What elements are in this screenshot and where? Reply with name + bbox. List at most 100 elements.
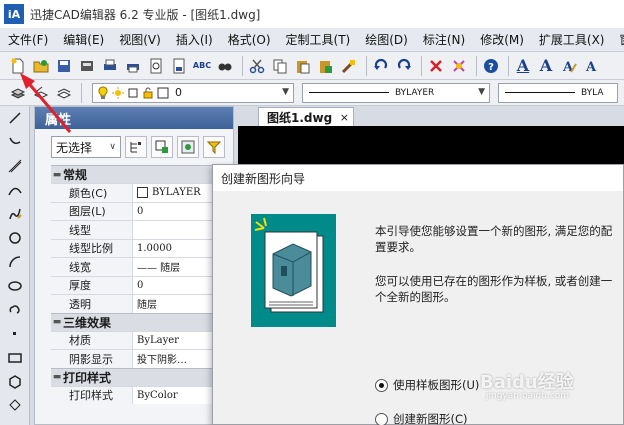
menu-extended-tools[interactable]: 扩展工具(X) (539, 31, 605, 48)
layer-value: 0 (175, 86, 182, 99)
svg-text:A: A (585, 60, 597, 74)
layer-previous-icon[interactable] (31, 83, 51, 103)
quick-select-button[interactable] (177, 136, 199, 158)
filter-icon[interactable] (203, 136, 225, 158)
menu-view[interactable]: 视图(V) (119, 31, 161, 48)
radio-create-new[interactable] (375, 412, 388, 425)
window-title: 迅捷CAD编辑器 6.2 专业版 - [图纸1.dwg] (30, 7, 261, 22)
polygon-icon[interactable] (0, 370, 30, 394)
layer-toolbar: 0 ▼ BYLAYER ▼ BYLA (0, 80, 624, 106)
prop-name: 透明 (51, 295, 133, 313)
spellcheck-label: ABC (192, 61, 212, 70)
title-bar: iA 迅捷CAD编辑器 6.2 专业版 - [图纸1.dwg] (0, 0, 624, 28)
menu-draw[interactable]: 绘图(D) (365, 31, 408, 48)
layer-state-icon[interactable] (54, 83, 74, 103)
baidu-watermark-url: jingyan.baidu.com (486, 391, 570, 401)
plot-icon[interactable] (169, 56, 189, 76)
color-value-text: BYLAYER (152, 187, 201, 199)
prop-name: 图层(L) (51, 202, 133, 220)
toolbar-separator (366, 55, 367, 76)
wizard-option-text: 您可以使用已存在的图形作为样板, 或者创建一个全新的图形。 (375, 274, 613, 304)
section-3d-effects[interactable]: ▬ 三维效果 (51, 312, 229, 331)
create-new-option[interactable]: 创建新图形(C) (375, 411, 468, 425)
line-sample (309, 92, 389, 93)
selection-dropdown[interactable]: 无选择 ∨ (51, 136, 121, 158)
use-template-option[interactable]: 使用样板图形(U) (375, 377, 479, 393)
polyline-icon[interactable] (0, 130, 30, 154)
revision-cloud-icon[interactable] (0, 298, 30, 322)
construction-line-icon[interactable] (0, 154, 30, 178)
text-style-button[interactable]: A (513, 56, 533, 76)
menu-file[interactable]: 文件(F) (8, 31, 48, 48)
help-icon[interactable]: ? (481, 56, 501, 76)
line-sample (505, 92, 575, 93)
redo-icon[interactable] (394, 56, 414, 76)
arc-icon[interactable] (0, 178, 30, 202)
find-icon[interactable] (215, 56, 235, 76)
purge-icon[interactable] (449, 56, 469, 76)
lineweight-value: BYLA (581, 87, 604, 98)
section-title: 常规 (63, 168, 88, 182)
layer-manager-icon[interactable] (8, 83, 28, 103)
match-properties-icon[interactable] (339, 56, 359, 76)
text-button[interactable]: A (536, 56, 556, 76)
delete-icon[interactable] (426, 56, 446, 76)
radio-label: 使用样板图形(U) (393, 378, 480, 392)
save-as-icon[interactable] (77, 56, 97, 76)
menu-format[interactable]: 格式(O) (228, 31, 271, 48)
rectangle-icon[interactable] (0, 346, 30, 370)
app-logo-icon: iA (4, 4, 24, 24)
layer-dropdown[interactable]: 0 ▼ (92, 82, 294, 103)
tab-label: 图纸1.dwg (267, 110, 333, 125)
close-icon[interactable]: × (340, 111, 349, 124)
prop-name: 颜色(C) (51, 184, 133, 202)
menu-insert[interactable]: 插入(I) (176, 31, 213, 48)
table-row: 打印样式 ByColor (51, 385, 229, 404)
section-plot-style[interactable]: ▬ 打印样式 (51, 367, 229, 386)
menu-modify[interactable]: 修改(M) (480, 31, 524, 48)
svg-text:?: ? (488, 62, 494, 73)
undo-icon[interactable] (371, 56, 391, 76)
lineweight-dropdown[interactable]: BYLA (498, 82, 618, 103)
prop-name: 材质 (51, 331, 133, 349)
copy-icon[interactable] (270, 56, 290, 76)
page-setup-icon[interactable] (146, 56, 166, 76)
text-edit-icon[interactable]: A (559, 56, 579, 76)
ellipse-icon[interactable] (0, 274, 30, 298)
point-icon[interactable] (0, 322, 30, 346)
print-preview-icon[interactable] (123, 56, 143, 76)
spellcheck-icon[interactable]: ABC (192, 56, 212, 76)
new-file-icon[interactable] (8, 56, 28, 76)
menu-edit[interactable]: 编辑(E) (63, 31, 104, 48)
draw-toolbar (0, 106, 30, 425)
line-icon[interactable] (0, 106, 30, 130)
paste-icon[interactable] (293, 56, 313, 76)
cut-icon[interactable] (247, 56, 267, 76)
table-row: 阴影显示 投下阴影… (51, 349, 229, 368)
select-objects-button[interactable] (151, 136, 173, 158)
open-folder-icon[interactable] (31, 56, 51, 76)
text-format-icon[interactable]: A (582, 56, 602, 76)
paste-special-icon[interactable] (316, 56, 336, 76)
tab-drawing1[interactable]: 图纸1.dwg × (258, 107, 354, 126)
table-row: 线型比例 1.0000 (51, 238, 229, 257)
toggle-pickadd-button[interactable] (125, 136, 147, 158)
section-general[interactable]: ▬ 常规 (51, 165, 229, 183)
spline-icon[interactable] (0, 202, 30, 226)
arc-tool-icon[interactable] (0, 250, 30, 274)
menu-custom-tools[interactable]: 定制工具(T) (286, 31, 351, 48)
drawing-canvas[interactable] (238, 126, 624, 164)
radio-use-template[interactable] (375, 378, 388, 392)
menu-dimension[interactable]: 标注(N) (423, 31, 465, 48)
print-icon[interactable] (100, 56, 120, 76)
wizard-illustration (251, 214, 336, 327)
prop-name: 线型比例 (51, 239, 133, 257)
circle-icon[interactable] (0, 226, 30, 250)
hatch-icon[interactable] (0, 394, 30, 418)
save-icon[interactable] (54, 56, 74, 76)
menu-window[interactable]: 窗口 (620, 31, 624, 48)
prop-name: 线宽 (51, 258, 133, 276)
linetype-dropdown[interactable]: BYLAYER ▼ (302, 82, 490, 103)
table-row: 厚度 0 (51, 275, 229, 294)
toolbar-separator (81, 82, 82, 103)
